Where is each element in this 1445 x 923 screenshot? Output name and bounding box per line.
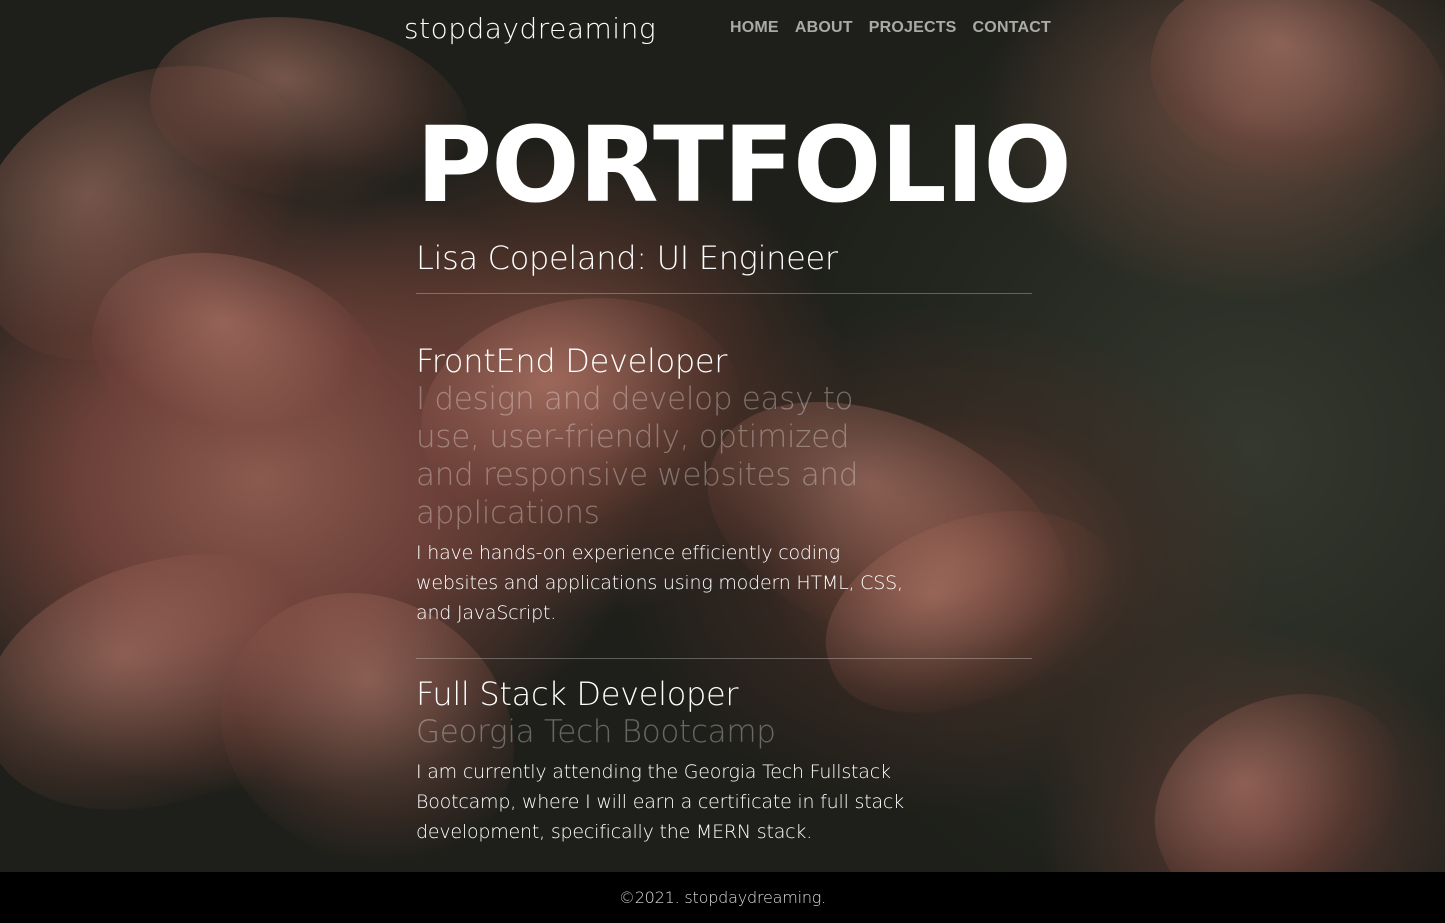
nav-about[interactable]: ABOUT: [795, 19, 853, 37]
site-logo[interactable]: stopdaydreaming: [404, 12, 656, 45]
divider: [416, 658, 1032, 659]
section-tagline: I design and develop easy to use, user-f…: [416, 381, 859, 531]
copyright-text: ©2021. stopdaydreaming.: [618, 888, 827, 907]
section-title: FrontEnd Developer: [416, 342, 728, 380]
nav-projects[interactable]: PROJECTS: [869, 19, 957, 37]
frontend-section: FrontEnd Developer I design and develop …: [416, 342, 916, 628]
page-title: PORTFOLIO: [416, 104, 1072, 226]
section-body: I have hands-on experience efficiently c…: [416, 542, 903, 624]
section-title: Full Stack Developer: [416, 675, 739, 713]
fullstack-section: Full Stack Developer Georgia Tech Bootca…: [416, 675, 916, 847]
nav-home[interactable]: HOME: [730, 19, 779, 37]
divider: [416, 293, 1032, 294]
nav-contact[interactable]: CONTACT: [973, 19, 1051, 37]
page-subtitle: Lisa Copeland: UI Engineer: [416, 239, 838, 277]
main-content: PORTFOLIO Lisa Copeland: UI Engineer Fro…: [416, 104, 1072, 847]
main-nav: HOME ABOUT PROJECTS CONTACT: [730, 19, 1051, 37]
site-footer: ©2021. stopdaydreaming.: [0, 872, 1445, 923]
section-tagline: Georgia Tech Bootcamp: [416, 714, 776, 750]
section-body: I am currently attending the Georgia Tec…: [416, 761, 904, 843]
